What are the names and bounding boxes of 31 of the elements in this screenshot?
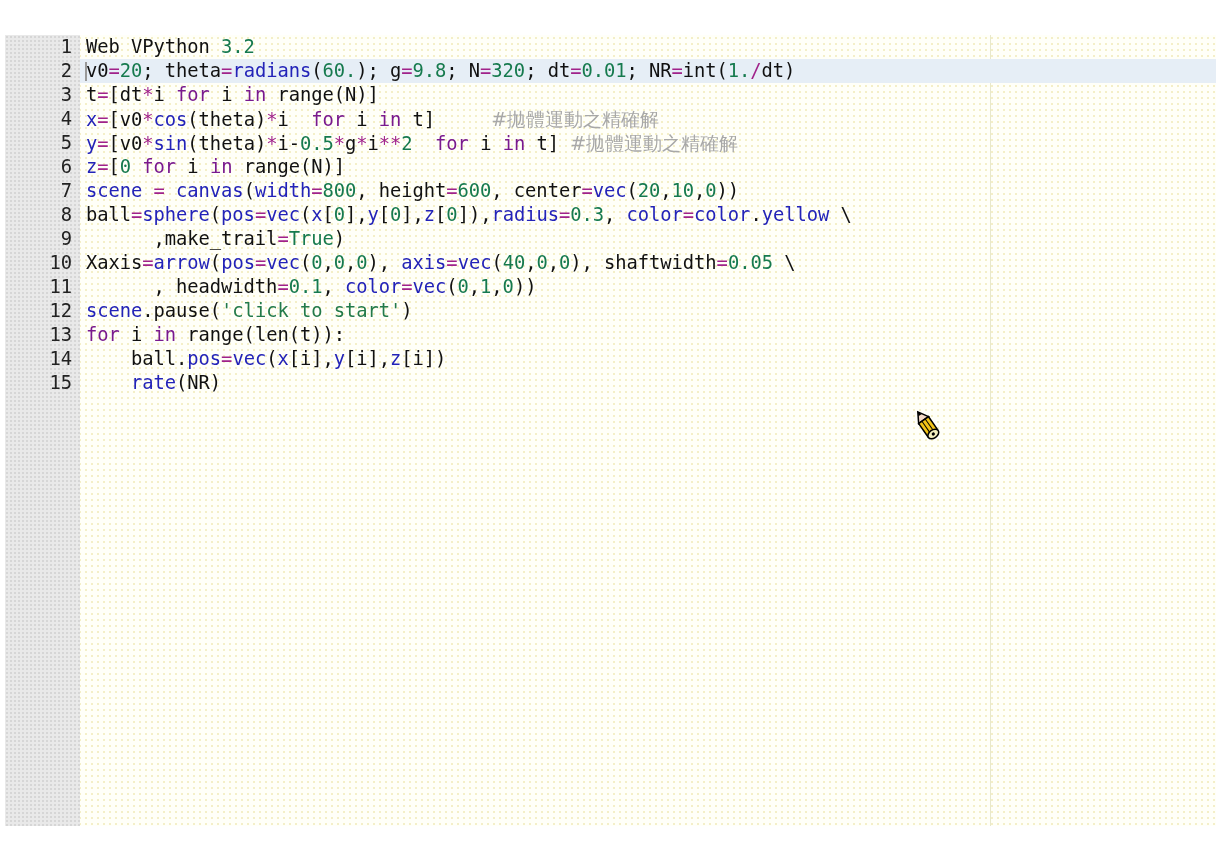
code-line[interactable]: x=[v0*cos(theta)*i for i in t] #拋體運動之精確解 — [86, 107, 659, 132]
code-line[interactable]: t=[dt*i for i in range(N)] — [86, 83, 379, 107]
line-number: 14 — [48, 347, 73, 371]
code-line[interactable]: , headwidth=0.1, color=vec(0,1,0)) — [86, 275, 537, 299]
code-line[interactable]: Web VPython 3.2 — [86, 35, 255, 59]
code-line[interactable]: for i in range(len(t)): — [86, 323, 345, 347]
line-number: 3 — [59, 83, 73, 107]
code-line[interactable]: ball=sphere(pos=vec(x[0],y[0],z[0]),radius=0.3, color=color.yellow \ — [86, 203, 852, 227]
line-number: 8 — [59, 203, 73, 227]
code-line[interactable]: y=[v0*sin(theta)*i-0.5*g*i**2 for i in t] #拋體運動之精確解 — [86, 131, 738, 156]
line-number: 15 — [48, 371, 73, 395]
line-number: 13 — [48, 323, 73, 347]
line-number: 7 — [59, 179, 73, 203]
line-number: 10 — [48, 251, 73, 275]
code-line[interactable]: z=[0 for i in range(N)] — [86, 155, 345, 179]
code-line[interactable]: rate(NR) — [86, 371, 222, 395]
code-line[interactable]: scene.pause('click to start') — [86, 299, 413, 323]
code-line[interactable]: ball.pos=vec(x[i],y[i],z[i]) — [86, 347, 447, 371]
code-line[interactable]: ,make_trail=True) — [86, 227, 345, 251]
line-number: 4 — [59, 107, 73, 131]
line-number: 9 — [59, 227, 73, 251]
code-line[interactable]: v0=20; theta=radians(60.); g=9.8; N=320; dt=0.01; NR=int(1./dt) — [86, 59, 796, 83]
line-number: 1 — [59, 35, 73, 59]
code-line[interactable]: scene = canvas(width=800, height=600, center=vec(20,10,0)) — [86, 179, 740, 203]
line-number: 11 — [48, 275, 73, 299]
code-line[interactable]: Xaxis=arrow(pos=vec(0,0,0), axis=vec(40,0,0), shaftwidth=0.05 \ — [86, 251, 796, 275]
line-number: 2 — [59, 59, 73, 83]
line-number: 12 — [48, 299, 73, 323]
line-number: 5 — [59, 131, 73, 155]
text-cursor — [85, 62, 87, 81]
line-number: 6 — [59, 155, 73, 179]
